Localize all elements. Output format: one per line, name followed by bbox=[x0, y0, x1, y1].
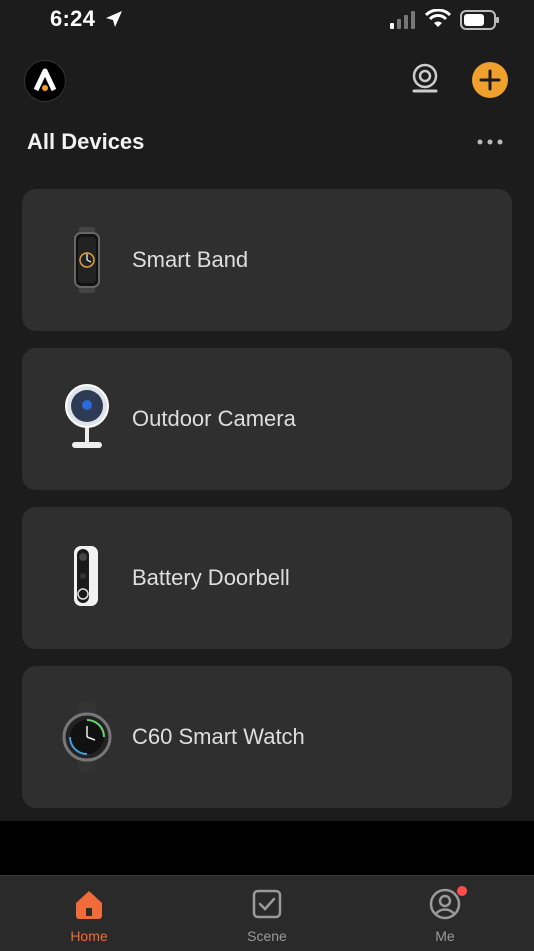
device-card-battery-doorbell[interactable]: Battery Doorbell bbox=[22, 507, 512, 649]
wifi-icon bbox=[425, 9, 451, 27]
notification-badge bbox=[456, 885, 468, 897]
device-name: Battery Doorbell bbox=[132, 565, 290, 590]
status-time: 6:24 bbox=[50, 6, 96, 31]
tab-bar: Home Scene Me bbox=[0, 875, 534, 951]
tab-label: Home bbox=[70, 928, 108, 944]
device-name: Smart Band bbox=[132, 247, 249, 272]
plus-icon bbox=[479, 69, 501, 91]
signal-bars-icon bbox=[390, 11, 415, 29]
more-dots-icon bbox=[477, 139, 503, 145]
app-logo-icon[interactable] bbox=[24, 60, 66, 102]
tab-me[interactable]: Me bbox=[356, 876, 534, 951]
device-list: Smart Band Outdoor Camera Battery Doorbe… bbox=[22, 189, 512, 825]
smart-watch-icon bbox=[62, 702, 112, 772]
scene-icon bbox=[252, 889, 282, 919]
doorbell-icon bbox=[74, 546, 98, 606]
status-bar: 6:24 bbox=[0, 0, 534, 44]
tab-scene[interactable]: Scene bbox=[178, 876, 356, 951]
more-options-button[interactable] bbox=[474, 134, 506, 150]
device-card-outdoor-camera[interactable]: Outdoor Camera bbox=[22, 348, 512, 490]
battery-icon bbox=[460, 10, 499, 30]
device-card-c60-smart-watch[interactable]: C60 Smart Watch bbox=[22, 666, 512, 808]
smart-band-icon bbox=[74, 227, 100, 293]
list-bottom-spacer bbox=[0, 821, 534, 875]
device-name: Outdoor Camera bbox=[132, 406, 296, 431]
page-title: All Devices bbox=[27, 129, 145, 154]
location-arrow-icon bbox=[106, 11, 122, 27]
tab-label: Me bbox=[435, 928, 455, 944]
camera-icon bbox=[412, 63, 438, 93]
device-card-smart-band[interactable]: Smart Band bbox=[22, 189, 512, 331]
add-device-button[interactable] bbox=[472, 62, 508, 98]
camera-button[interactable] bbox=[406, 60, 444, 98]
device-name: C60 Smart Watch bbox=[132, 724, 305, 749]
outdoor-camera-icon bbox=[65, 384, 109, 448]
home-icon bbox=[76, 891, 102, 919]
tab-home[interactable]: Home bbox=[0, 876, 178, 951]
tab-label: Scene bbox=[247, 928, 287, 944]
